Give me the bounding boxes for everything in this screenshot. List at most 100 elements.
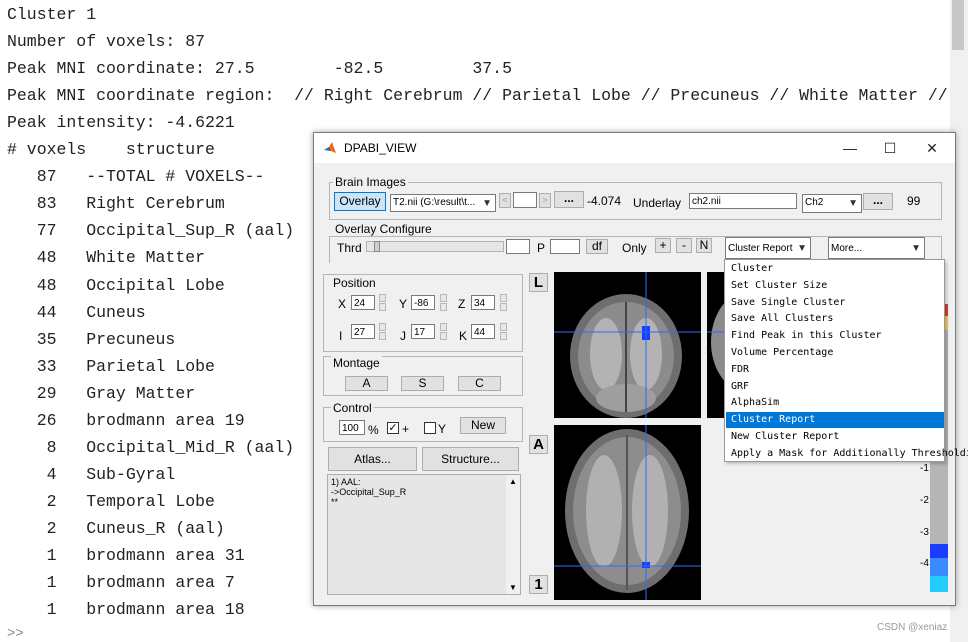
overlay-index-field[interactable] <box>513 192 537 208</box>
console-line: 4 Sub-Gyral <box>7 464 176 484</box>
axial-view[interactable] <box>554 425 701 600</box>
close-button[interactable]: ✕ <box>912 133 952 163</box>
console-line: 26 brodmann area 19 <box>7 410 245 430</box>
i-field[interactable]: 27 <box>351 324 375 339</box>
montage-c-button[interactable]: C <box>458 376 501 391</box>
underlay-template-text: Ch2 <box>805 197 824 208</box>
montage-label: Montage <box>331 356 382 370</box>
overlay-file-select[interactable]: T2.nii (G:\result\t... ▼ <box>390 194 496 212</box>
x-field[interactable]: 24 <box>351 295 375 310</box>
left-label-button[interactable]: L <box>529 273 548 292</box>
minimize-button[interactable]: — <box>830 133 870 163</box>
y-spinner[interactable] <box>440 294 447 312</box>
next-overlay-button[interactable]: > <box>539 193 551 208</box>
menu-item[interactable]: Cluster <box>726 261 944 277</box>
i-spinner[interactable] <box>379 323 386 341</box>
montage-a-button[interactable]: A <box>345 376 388 391</box>
zoom-percent-field[interactable]: 100 <box>339 420 365 435</box>
coronal-view[interactable] <box>554 272 701 418</box>
colorbar-tick: -1 <box>920 463 929 474</box>
overlay-browse-button[interactable]: ... <box>554 191 584 208</box>
atlas-info-line: ->Occipital_Sup_R <box>331 487 407 497</box>
menu-item[interactable]: AlphaSim <box>726 395 944 411</box>
j-spinner[interactable] <box>440 323 447 341</box>
scroll-down-icon[interactable]: ▼ <box>509 583 517 592</box>
menu-item[interactable]: Cluster Report <box>726 412 944 429</box>
underlay-browse-button[interactable]: ... <box>863 193 893 210</box>
y-field[interactable]: -86 <box>411 295 435 310</box>
console-line: 77 Occipital_Sup_R (aal) <box>7 221 295 241</box>
structure-button[interactable]: Structure... <box>422 447 519 471</box>
menu-item[interactable]: Apply a Mask for Additionally Thresholdi… <box>726 446 968 462</box>
cluster-report-menu: Cluster Set Cluster Size Save Single Clust… <box>724 259 968 462</box>
sagittal-view-partial[interactable] <box>707 272 725 418</box>
watermark: CSDN @xeniaz <box>877 622 948 633</box>
prev-overlay-button[interactable]: < <box>499 193 511 208</box>
anterior-label-button[interactable]: A <box>529 435 548 454</box>
menu-item[interactable]: New Cluster Report <box>726 429 944 445</box>
threshold-slider[interactable] <box>366 241 504 252</box>
z-spinner[interactable] <box>500 294 507 312</box>
df-button[interactable]: df <box>586 239 608 254</box>
scroll-up-icon[interactable]: ▲ <box>509 477 517 486</box>
console-line: 83 Right Cerebrum <box>7 194 225 214</box>
brain-images-label: Brain Images <box>333 175 408 189</box>
threshold-slider-thumb[interactable] <box>374 241 380 252</box>
underlay-template-select[interactable]: Ch2 ▼ <box>802 194 862 213</box>
p-value-field[interactable] <box>550 239 580 254</box>
overlay-button[interactable]: Overlay <box>334 192 386 211</box>
console-scrollbar-thumb[interactable] <box>952 0 964 50</box>
colorbar-tick: -4 <box>920 558 929 569</box>
overlay-file-text: T2.nii (G:\result\t... <box>393 197 476 208</box>
k-field[interactable]: 44 <box>471 324 495 339</box>
k-label: K <box>459 329 468 343</box>
console-line: # voxels structure <box>7 140 215 160</box>
colorbar-midblue-segment <box>930 558 948 576</box>
percent-sign: % <box>368 423 379 437</box>
menu-item[interactable]: GRF <box>726 379 944 395</box>
slice-label-button[interactable]: 1 <box>529 575 548 594</box>
menu-item[interactable]: Save All Clusters <box>726 311 944 327</box>
underlay-opacity-value: 99 <box>907 194 921 208</box>
menu-item[interactable]: Volume Percentage <box>726 345 944 361</box>
underlay-file-field[interactable]: ch2.nii <box>689 193 797 209</box>
z-label: Z <box>458 297 466 311</box>
menu-item[interactable]: Save Single Cluster <box>726 295 944 311</box>
p-label: P <box>537 241 546 255</box>
crosshair-checkbox[interactable]: ✓ <box>387 422 399 434</box>
atlas-button[interactable]: Atlas... <box>328 447 417 471</box>
new-window-button[interactable]: New <box>460 417 506 434</box>
atlas-info-text: 1) AAL: ->Occipital_Sup_R ** <box>331 477 406 507</box>
threshold-field[interactable] <box>506 239 530 254</box>
colorbar-blue-segment <box>930 544 948 558</box>
cluster-report-select[interactable]: Cluster Report ▼ <box>725 237 811 259</box>
maximize-button[interactable]: ☐ <box>870 133 910 163</box>
minus-button[interactable]: - <box>676 238 692 253</box>
atlas-info-line: 1) AAL: <box>331 477 361 487</box>
j-field[interactable]: 17 <box>411 324 435 339</box>
threshold-label: Thrd <box>337 241 362 255</box>
console-line: 33 Parietal Lobe <box>7 356 215 376</box>
x-spinner[interactable] <box>379 294 386 312</box>
console-line: 1 brodmann area 18 <box>7 600 245 620</box>
menu-item[interactable]: Find Peak in this Cluster <box>726 328 944 344</box>
k-spinner[interactable] <box>500 323 507 341</box>
plus-button[interactable]: + <box>655 238 671 253</box>
y-flip-checkbox[interactable] <box>424 422 436 434</box>
more-select[interactable]: More... ▼ <box>828 237 925 259</box>
z-field[interactable]: 34 <box>471 295 495 310</box>
control-label: Control <box>331 401 374 415</box>
menu-item[interactable]: Set Cluster Size <box>726 278 944 294</box>
title-bar: DPABI_VIEW — ☐ ✕ <box>314 133 955 163</box>
menu-item[interactable]: FDR <box>726 362 944 378</box>
atlas-scrollbar[interactable]: ▲ ▼ <box>506 475 520 594</box>
crosshair-label: + <box>402 422 410 436</box>
console-line: 2 Cuneus_R (aal) <box>7 518 225 538</box>
montage-s-button[interactable]: S <box>401 376 444 391</box>
overlay-configure-label: Overlay Configure <box>333 222 434 236</box>
command-prompt[interactable]: >> <box>7 626 24 642</box>
matlab-logo-icon <box>324 142 336 153</box>
n-button[interactable]: N <box>696 238 712 253</box>
console-line: Peak intensity: -4.6221 <box>7 113 235 133</box>
chevron-down-icon: ▼ <box>797 243 807 254</box>
